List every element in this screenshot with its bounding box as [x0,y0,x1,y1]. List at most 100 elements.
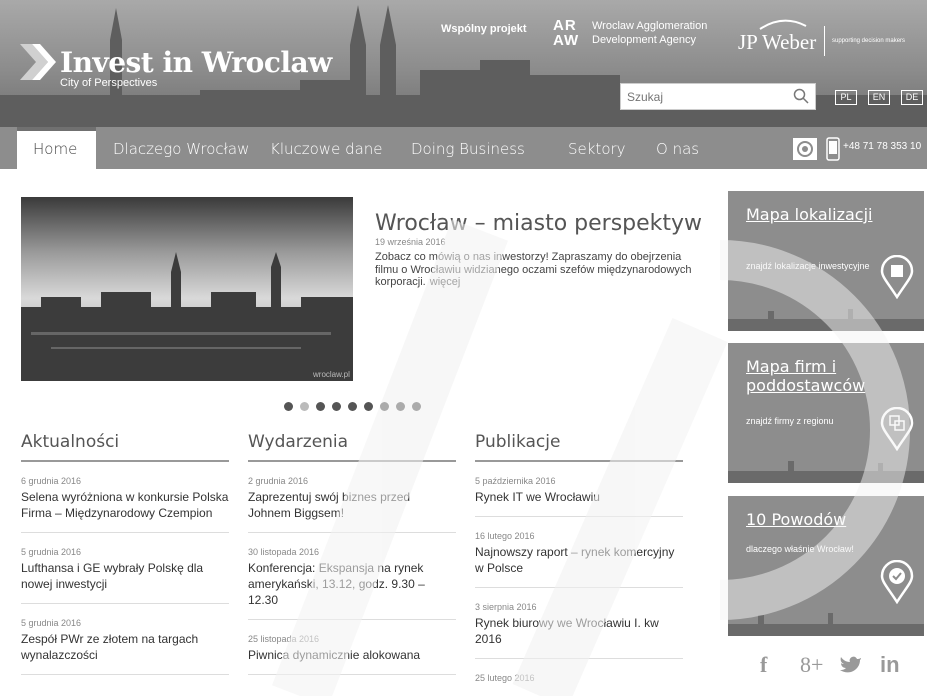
site-logo-subtitle: City of Perspectives [60,77,158,89]
twitter-icon[interactable] [840,656,862,674]
news-item[interactable]: 5 grudnia 2016 Lufthansa i GE wybrały Pol… [21,547,229,604]
facebook-icon[interactable]: f [760,652,767,678]
publication-date: 16 lutego 2016 [475,531,535,541]
news-date: 5 grudnia 2016 [21,547,82,557]
news-title[interactable]: Lufthansa i GE wybrały Polskę dla nowej … [21,560,229,592]
check-pin-icon [880,560,914,604]
event-title[interactable]: Konferencja: Ekspansja na rynek amerykań… [248,560,456,608]
sidebar-box-location-map[interactable]: Mapa lokalizacji znajdź lokalizacje inwe… [728,191,924,331]
slider-dot[interactable] [348,402,357,411]
event-item[interactable]: 30 listopada 2016 Konferencja: Ekspansja … [248,547,456,620]
main-navigation: Home Dlaczego Wrocław Kluczowe dane Doin… [0,127,927,169]
publication-date: 5 października 2016 [475,476,556,486]
slider-image-caption: wroclaw.pl [312,370,350,379]
phone-number[interactable]: +48 71 78 353 10 [843,141,921,152]
slider-pagination [284,402,421,411]
search-input[interactable] [621,84,771,109]
slider-photo: wroclaw.pl [21,197,353,381]
publication-title[interactable]: Najnowszy raport – rynek komercyjny w Po… [475,544,683,576]
jpweber-logo[interactable]: JP Weber [738,30,816,55]
sidebar-box-ten-reasons[interactable]: 10 Powodów dlaczego właśnie Wrocław! [728,496,924,636]
araw-name-line2: Development Agency [592,34,696,46]
search-icon[interactable] [793,88,809,104]
slider-dot[interactable] [332,402,341,411]
slider-dot[interactable] [364,402,373,411]
slider-text-body: Zobacz co mówią o nas inwestorzy! Zapras… [375,251,692,288]
event-title[interactable]: Zaprezentuj swój biznes przed Johnem Big… [248,489,456,521]
publication-date: 25 lutego 2016 [475,673,535,683]
lang-de-button[interactable]: DE [901,90,923,105]
jpweber-arc-icon [759,19,807,30]
event-date: 25 listopada 2016 [248,634,320,644]
email-icon[interactable] [792,137,818,161]
map-pin-icon [880,255,914,299]
sidebar-city-image [728,309,924,331]
nav-sektory[interactable]: Sektory [568,127,626,169]
nav-doing-business[interactable]: Doing Business [411,127,525,169]
event-date: 30 listopada 2016 [248,547,320,557]
map-pin-icon [880,407,914,451]
logo-chevron-icon [20,44,56,80]
news-column: Aktualności 6 grudnia 2016 Selena wyróżni… [21,432,229,689]
news-date: 5 grudnia 2016 [21,618,82,628]
events-heading[interactable]: Wydarzenia [248,432,456,462]
slider-dot[interactable] [300,402,309,411]
sidebar-box-company-map[interactable]: Mapa firm i poddostawców znajdź firmy z … [728,343,924,483]
sidebar-box-title[interactable]: Mapa lokalizacji [746,205,906,224]
nav-kluczowe-dane[interactable]: Kluczowe dane [270,127,383,169]
search-box [620,83,816,110]
joint-project-label: Wspólny projekt [441,23,527,35]
publication-item[interactable]: 16 lutego 2016 Najnowszy raport – rynek k… [475,531,683,588]
news-item[interactable]: 5 grudnia 2016 Zespół PWr ze złotem na ta… [21,618,229,675]
araw-logo-bottom: AW [553,32,580,49]
slider-dot[interactable] [380,402,389,411]
sidebar-box-subtitle: znajdź lokalizacje inwestycyjne [746,261,870,271]
site-header: Invest in Wroclaw City of Perspectives W… [0,0,927,127]
linkedin-icon[interactable]: in [880,652,900,678]
publications-heading[interactable]: Publikacje [475,432,683,462]
news-title[interactable]: Selena wyróżniona w konkursie Polska Fir… [21,489,229,521]
publication-item[interactable]: 3 sierpnia 2016 Rynek biurowy we Wrocławi… [475,602,683,659]
publication-item[interactable]: 25 lutego 2016 [475,673,683,696]
sidebar-city-image [728,461,924,483]
slider-title[interactable]: Wrocław – miasto perspektyw [375,211,702,236]
events-column: Wydarzenia 2 grudnia 2016 Zaprezentuj swó… [248,432,456,689]
jpweber-divider [824,26,825,56]
publication-date: 3 sierpnia 2016 [475,602,537,612]
event-item[interactable]: 2 grudnia 2016 Zaprezentuj swój biznes pr… [248,476,456,533]
slider-image[interactable]: wroclaw.pl [21,197,353,381]
news-item[interactable]: 6 grudnia 2016 Selena wyróżniona w konkur… [21,476,229,533]
araw-logo-top: AR [553,17,577,34]
slider-date: 19 września 2016 [375,237,446,247]
nav-home[interactable]: Home [17,127,96,169]
lang-pl-button[interactable]: PL [835,90,857,105]
slider-dot[interactable] [284,402,293,411]
lang-en-button[interactable]: EN [868,90,890,105]
slider-more-link[interactable]: więcej [426,276,461,288]
jpweber-tagline: supporting decision makers [832,38,906,44]
publication-title[interactable]: Rynek biurowy we Wrocławiu I. kw 2016 [475,615,683,647]
google-plus-icon[interactable]: 8+ [800,652,823,678]
site-logo-title[interactable]: Invest in Wroclaw [60,46,332,79]
publication-title[interactable]: Rynek IT we Wrocławiu [475,489,683,505]
slider-dot[interactable] [316,402,325,411]
phone-icon[interactable] [826,137,840,161]
sidebar-city-image [728,613,924,636]
publications-column: Publikacje 5 października 2016 Rynek IT w… [475,432,683,696]
araw-name-line1: Wroclaw Agglomeration [592,20,708,32]
slider-text: Zobacz co mówią o nas inwestorzy! Zapras… [375,251,695,289]
news-title[interactable]: Zespół PWr ze złotem na targach wynalazc… [21,631,229,663]
nav-o-nas[interactable]: O nas [656,127,699,169]
news-heading[interactable]: Aktualności [21,432,229,462]
slider-dot[interactable] [396,402,405,411]
nav-dlaczego-wroclaw[interactable]: Dlaczego Wrocław [113,127,249,169]
event-date: 2 grudnia 2016 [248,476,309,486]
sidebar-box-title[interactable]: 10 Powodów [746,510,906,529]
araw-logo[interactable]: AR AW [553,18,579,48]
event-title[interactable]: Piwnica dynamicznie alokowana [248,647,456,663]
slider-dot[interactable] [412,402,421,411]
araw-name: Wroclaw Agglomeration Development Agency [592,19,707,47]
publication-item[interactable]: 5 października 2016 Rynek IT we Wrocławiu [475,476,683,517]
sidebar-box-title[interactable]: Mapa firm i poddostawców [746,357,906,395]
event-item[interactable]: 25 listopada 2016 Piwnica dynamicznie alo… [248,634,456,675]
